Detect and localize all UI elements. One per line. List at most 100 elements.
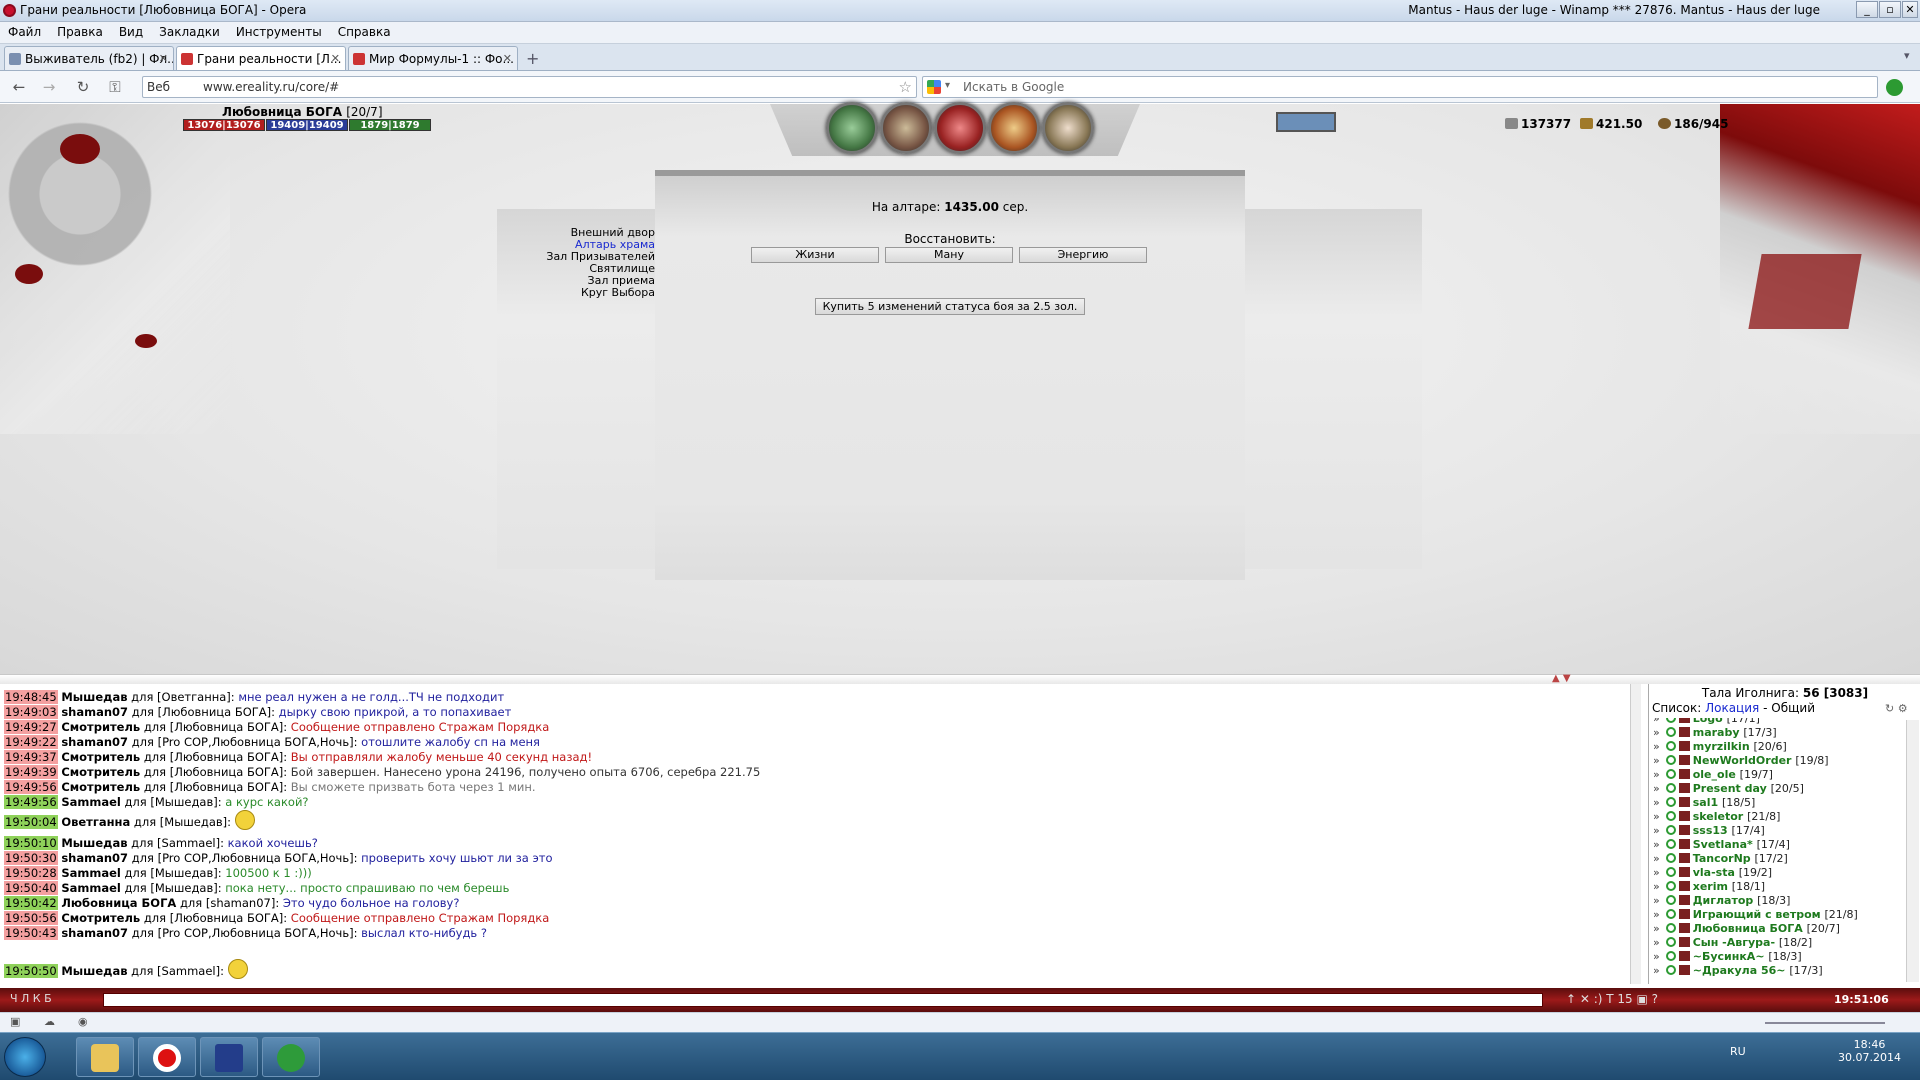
message-recipient[interactable]: для [Любовница БОГА]: [144, 765, 287, 779]
message-recipient[interactable]: для [shaman07]: [180, 896, 279, 910]
taskbar-app-opera[interactable] [138, 1037, 196, 1077]
bookmark-star-icon[interactable]: ☆ [899, 78, 912, 96]
message-time[interactable]: 19:50:42 [4, 896, 58, 910]
message-author[interactable]: shaman07 [61, 705, 128, 719]
system-clock[interactable]: 18:46 30.07.2014 [1838, 1038, 1901, 1064]
message-time[interactable]: 19:50:04 [4, 815, 58, 829]
online-user[interactable]: » xerim [18/1] [1649, 880, 1765, 893]
message-recipient[interactable]: для [Любовница БОГА]: [144, 720, 287, 734]
minimize-button[interactable]: _ [1856, 1, 1878, 18]
user-name[interactable]: sal1 [1693, 796, 1718, 809]
language-indicator[interactable]: RU [1730, 1045, 1746, 1058]
private-arrow-icon[interactable]: » [1653, 964, 1660, 977]
message-author[interactable]: Оветганна [61, 815, 130, 829]
private-arrow-icon[interactable]: » [1653, 894, 1660, 907]
taskbar-app-utorrent[interactable] [262, 1037, 320, 1077]
online-user[interactable]: » TancorNp [17/2] [1649, 852, 1788, 865]
message-recipient[interactable]: для [Любовница БОГА]: [132, 705, 275, 719]
refresh-icon[interactable]: ↻ ⚙ [1885, 702, 1908, 715]
message-author[interactable]: shaman07 [61, 851, 128, 865]
zoom-slider[interactable] [1765, 1022, 1885, 1024]
user-name[interactable]: TancorNp [1693, 852, 1751, 865]
online-user[interactable]: » Сын -Авгура- [18/2] [1649, 936, 1812, 949]
chevron-down-icon[interactable]: ▾ [945, 80, 950, 91]
message-author[interactable]: shaman07 [61, 926, 128, 940]
reload-icon[interactable]: ↻ [72, 77, 94, 97]
new-tab-icon[interactable]: + [526, 49, 539, 68]
private-arrow-icon[interactable]: » [1653, 838, 1660, 851]
message-time[interactable]: 19:49:03 [4, 705, 58, 719]
tab-close-icon[interactable]: ✕ [159, 52, 168, 65]
message-time[interactable]: 19:50:40 [4, 881, 58, 895]
bird-icon[interactable] [1276, 112, 1336, 132]
message-recipient[interactable]: для [Мышедав]: [124, 881, 221, 895]
user-name[interactable]: vla-sta [1693, 866, 1735, 879]
user-name[interactable]: Present day [1693, 782, 1767, 795]
message-author[interactable]: Смотритель [61, 750, 140, 764]
user-name[interactable]: maraby [1693, 726, 1740, 739]
restore-life-button[interactable]: Жизни [751, 247, 879, 263]
restore-mana-button[interactable]: Ману [885, 247, 1013, 263]
user-name[interactable]: sss13 [1693, 824, 1728, 837]
menu-file[interactable]: Файл [0, 22, 49, 42]
message-recipient[interactable]: для [Pro COP,Любовница БОГА,Ночь]: [132, 926, 358, 940]
tab-menu-icon[interactable]: ▾ [1904, 49, 1910, 62]
private-arrow-icon[interactable]: » [1653, 768, 1660, 781]
message-recipient[interactable]: для [Sammael]: [131, 964, 224, 978]
tab-fb2[interactable]: Выживатель (fb2) | Фл... ✕ [4, 46, 174, 70]
online-user[interactable]: » ~Дракула 56~ [17/3] [1649, 964, 1823, 977]
google-icon[interactable] [927, 80, 941, 94]
message-recipient[interactable]: для [Мышедав]: [134, 815, 231, 829]
private-arrow-icon[interactable]: » [1653, 852, 1660, 865]
message-time[interactable]: 19:49:27 [4, 720, 58, 734]
private-arrow-icon[interactable]: » [1653, 950, 1660, 963]
message-author[interactable]: Мышедав [61, 836, 127, 850]
message-recipient[interactable]: для [Pro COP,Любовница БОГА,Ночь]: [132, 735, 358, 749]
menu-help[interactable]: Справка [330, 22, 399, 42]
inventory-chest-icon[interactable] [880, 102, 932, 154]
online-user[interactable]: » Present day [20/5] [1649, 782, 1804, 795]
location-circle-of-choice[interactable]: Круг Выбора [540, 287, 655, 299]
private-arrow-icon[interactable]: » [1653, 782, 1660, 795]
private-arrow-icon[interactable]: » [1653, 866, 1660, 879]
user-name[interactable]: Диглатор [1693, 894, 1754, 907]
list-location-link[interactable]: Локация [1705, 701, 1759, 715]
message-recipient[interactable]: для [Любовница БОГА]: [144, 750, 287, 764]
user-name[interactable]: ole_ole [1693, 768, 1736, 781]
message-recipient[interactable]: для [Любовница БОГА]: [144, 780, 287, 794]
user-name[interactable]: NewWorldOrder [1693, 754, 1792, 767]
user-name[interactable]: ~БусинкА~ [1693, 950, 1765, 963]
restore-energy-button[interactable]: Энергию [1019, 247, 1147, 263]
user-name[interactable]: myrzilkin [1693, 740, 1750, 753]
character-name[interactable]: Любовница БОГА [20/7] [222, 105, 383, 119]
message-author[interactable]: Смотритель [61, 780, 140, 794]
online-user[interactable]: » sal1 [18/5] [1649, 796, 1755, 809]
message-recipient[interactable]: для [Оветганна]: [131, 690, 235, 704]
search-field[interactable]: ▾ Искать в Google [922, 76, 1878, 98]
message-time[interactable]: 19:50:43 [4, 926, 58, 940]
online-user[interactable]: » NewWorldOrder [19/8] [1649, 754, 1829, 767]
message-author[interactable]: Sammael [61, 795, 121, 809]
menu-bookmarks[interactable]: Закладки [151, 22, 228, 42]
private-arrow-icon[interactable]: » [1653, 796, 1660, 809]
online-user[interactable]: » Svetlana* [17/4] [1649, 838, 1790, 851]
message-author[interactable]: Смотритель [61, 720, 140, 734]
message-time[interactable]: 19:50:56 [4, 911, 58, 925]
chat-scrollbar[interactable] [1630, 684, 1641, 984]
message-time[interactable]: 19:49:22 [4, 735, 58, 749]
chat-divider[interactable]: ▲ ▼ [0, 673, 1920, 684]
book-icon[interactable] [1042, 102, 1094, 154]
private-arrow-icon[interactable]: » [1653, 922, 1660, 935]
menu-tools[interactable]: Инструменты [228, 22, 330, 42]
message-time[interactable]: 19:49:39 [4, 765, 58, 779]
user-name[interactable]: Играющий с ветром [1693, 908, 1821, 921]
chat-input[interactable] [103, 993, 1543, 1007]
online-user[interactable]: » Любовница БОГА [20/7] [1649, 922, 1840, 935]
message-time[interactable]: 19:48:45 [4, 690, 58, 704]
close-button[interactable]: ✕ [1902, 1, 1918, 18]
message-author[interactable]: Sammael [61, 866, 121, 880]
message-time[interactable]: 19:49:56 [4, 780, 58, 794]
message-time[interactable]: 19:50:28 [4, 866, 58, 880]
taskbar-app-save[interactable] [200, 1037, 258, 1077]
private-arrow-icon[interactable]: » [1653, 810, 1660, 823]
